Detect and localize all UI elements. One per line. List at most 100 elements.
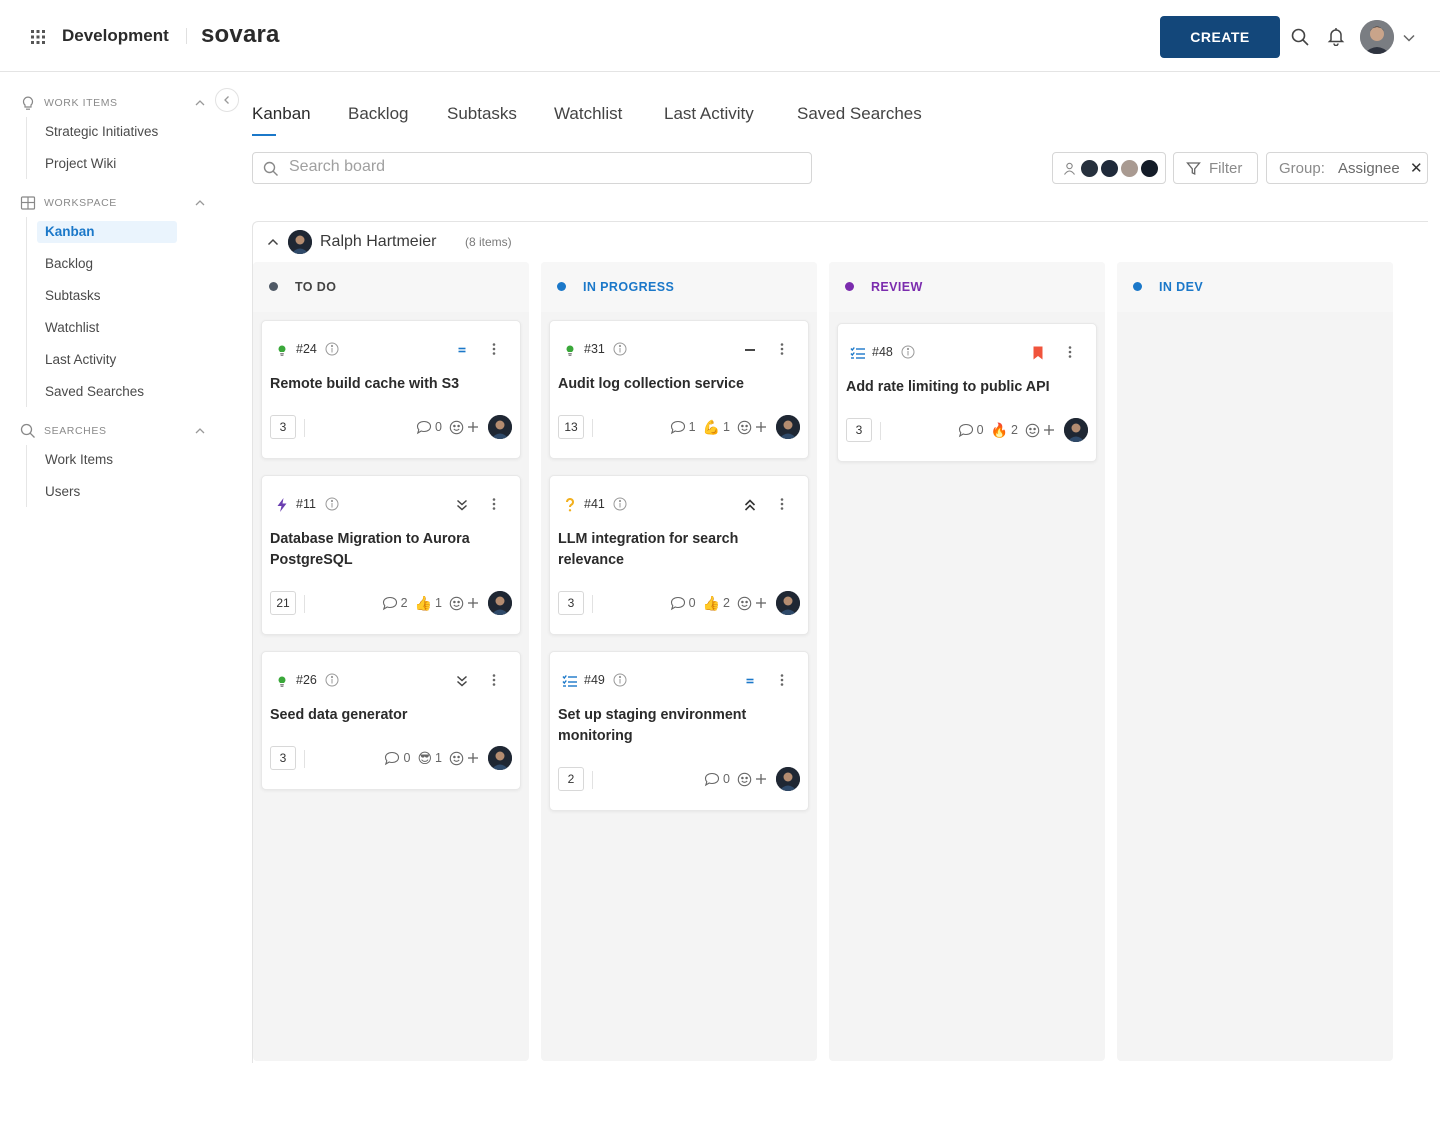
work-item-card[interactable]: #41 LLM integration for search relevance 3… — [549, 475, 809, 635]
avatar[interactable] — [488, 591, 512, 615]
tab-saved-searches[interactable]: Saved Searches — [797, 104, 922, 124]
avatar[interactable] — [1139, 158, 1160, 179]
sidebar-item-subtasks[interactable]: Subtasks — [37, 285, 177, 307]
item-number[interactable]: #49 — [584, 673, 605, 687]
chevron-up-icon[interactable] — [267, 236, 279, 248]
collapse-sidebar-button[interactable] — [215, 88, 239, 112]
avatar[interactable] — [776, 767, 800, 791]
reaction-emoji[interactable]: 💪 — [703, 420, 720, 434]
search-board-input[interactable] — [289, 158, 789, 176]
create-button[interactable]: CREATE — [1160, 16, 1280, 58]
work-item-card[interactable]: #24 Remote build cache with S3 3 0 — [261, 320, 521, 459]
plus-icon[interactable] — [755, 597, 767, 609]
card-title[interactable]: Remote build cache with S3 — [270, 374, 508, 395]
card-title[interactable]: Add rate limiting to public API — [846, 377, 1084, 398]
assignee-filter[interactable] — [1052, 152, 1166, 184]
comment-icon[interactable] — [670, 596, 686, 611]
sidebar-item-kanban[interactable]: Kanban — [37, 221, 177, 243]
sidebar-item-last-activity[interactable]: Last Activity — [37, 349, 177, 371]
comment-icon[interactable] — [384, 751, 400, 766]
priority-medium-icon[interactable] — [742, 673, 758, 689]
work-item-card[interactable]: #31 Audit log collection service 13 1 💪 1 — [549, 320, 809, 459]
plus-icon[interactable] — [467, 597, 479, 609]
card-title[interactable]: Seed data generator — [270, 705, 508, 726]
work-item-card[interactable]: #11 Database Migration to Aurora PostgreS… — [261, 475, 521, 635]
work-item-card[interactable]: #48 Add rate limiting to public API 3 0 🔥 2 — [837, 323, 1097, 462]
estimate-badge[interactable]: 21 — [270, 591, 296, 615]
work-item-card[interactable]: #49 Set up staging environment monitoring… — [549, 651, 809, 811]
group-assignee-name[interactable]: Ralph Hartmeier — [320, 233, 436, 251]
priority-lowest-icon[interactable] — [454, 497, 470, 513]
priority-medium-icon[interactable] — [454, 342, 470, 358]
add-reaction-icon[interactable] — [1025, 423, 1040, 438]
tab-kanban[interactable]: Kanban — [252, 104, 311, 124]
info-icon[interactable] — [613, 673, 627, 687]
plus-icon[interactable] — [1043, 424, 1055, 436]
estimate-badge[interactable]: 3 — [558, 591, 584, 615]
more-options-icon[interactable] — [780, 342, 784, 356]
section-header[interactable]: SEARCHES — [20, 421, 206, 441]
tab-backlog[interactable]: Backlog — [348, 104, 408, 124]
more-options-icon[interactable] — [780, 673, 784, 687]
reaction-emoji[interactable]: 👍 — [415, 596, 432, 610]
estimate-badge[interactable]: 13 — [558, 415, 584, 439]
plus-icon[interactable] — [755, 421, 767, 433]
add-reaction-icon[interactable] — [449, 420, 464, 435]
item-number[interactable]: #48 — [872, 345, 893, 359]
sidebar-item-strategic-initiatives[interactable]: Strategic Initiatives — [37, 121, 177, 143]
app-title[interactable]: Development — [62, 26, 169, 46]
item-number[interactable]: #41 — [584, 497, 605, 511]
add-reaction-icon[interactable] — [449, 596, 464, 611]
group-by-chip[interactable]: Group: Assignee ✕ — [1266, 152, 1428, 184]
chevron-up-icon[interactable] — [194, 197, 206, 209]
tab-watchlist[interactable]: Watchlist — [554, 104, 622, 124]
tab-subtasks[interactable]: Subtasks — [447, 104, 517, 124]
card-title[interactable]: Database Migration to Aurora PostgreSQL — [270, 529, 508, 571]
comment-icon[interactable] — [382, 596, 398, 611]
brand-logo[interactable]: sovara — [201, 21, 280, 49]
priority-minor-icon[interactable] — [742, 342, 758, 358]
add-reaction-icon[interactable] — [449, 751, 464, 766]
info-icon[interactable] — [613, 497, 627, 511]
sidebar-item-backlog[interactable]: Backlog — [37, 253, 177, 275]
item-number[interactable]: #26 — [296, 673, 317, 687]
more-options-icon[interactable] — [1068, 345, 1072, 359]
sidebar-item-watchlist[interactable]: Watchlist — [37, 317, 177, 339]
plus-icon[interactable] — [467, 421, 479, 433]
more-options-icon[interactable] — [780, 497, 784, 511]
plus-icon[interactable] — [467, 752, 479, 764]
item-number[interactable]: #11 — [296, 497, 316, 511]
chevron-up-icon[interactable] — [194, 425, 206, 437]
avatar[interactable] — [488, 746, 512, 770]
priority-lowest-icon[interactable] — [454, 673, 470, 689]
work-item-card[interactable]: #26 Seed data generator 3 0 😎 1 — [261, 651, 521, 790]
card-title[interactable]: Set up staging environment monitoring — [558, 705, 796, 747]
avatar[interactable] — [776, 591, 800, 615]
reaction-emoji[interactable]: 🔥 — [991, 423, 1008, 437]
estimate-badge[interactable]: 3 — [270, 415, 296, 439]
add-reaction-icon[interactable] — [737, 420, 752, 435]
section-header[interactable]: WORK ITEMS — [20, 93, 206, 113]
sidebar-item-users[interactable]: Users — [37, 481, 177, 503]
comment-icon[interactable] — [958, 423, 974, 438]
tab-last-activity[interactable]: Last Activity — [664, 104, 754, 124]
user-avatar[interactable] — [1360, 20, 1394, 54]
info-icon[interactable] — [613, 342, 627, 356]
comment-icon[interactable] — [670, 420, 686, 435]
bookmark-icon[interactable] — [1030, 345, 1046, 361]
more-options-icon[interactable] — [492, 673, 496, 687]
item-number[interactable]: #31 — [584, 342, 605, 356]
card-title[interactable]: LLM integration for search relevance — [558, 529, 796, 571]
sidebar-item-work-items[interactable]: Work Items — [37, 449, 177, 471]
search-icon[interactable] — [1290, 27, 1310, 47]
avatar[interactable] — [1099, 158, 1120, 179]
add-reaction-icon[interactable] — [737, 772, 752, 787]
more-options-icon[interactable] — [492, 497, 496, 511]
section-header[interactable]: WORKSPACE — [20, 193, 206, 213]
reaction-emoji[interactable]: 👍 — [703, 596, 720, 610]
priority-highest-icon[interactable] — [742, 497, 758, 513]
info-icon[interactable] — [325, 673, 339, 687]
estimate-badge[interactable]: 2 — [558, 767, 584, 791]
close-icon[interactable]: ✕ — [1410, 159, 1423, 177]
estimate-badge[interactable]: 3 — [846, 418, 872, 442]
